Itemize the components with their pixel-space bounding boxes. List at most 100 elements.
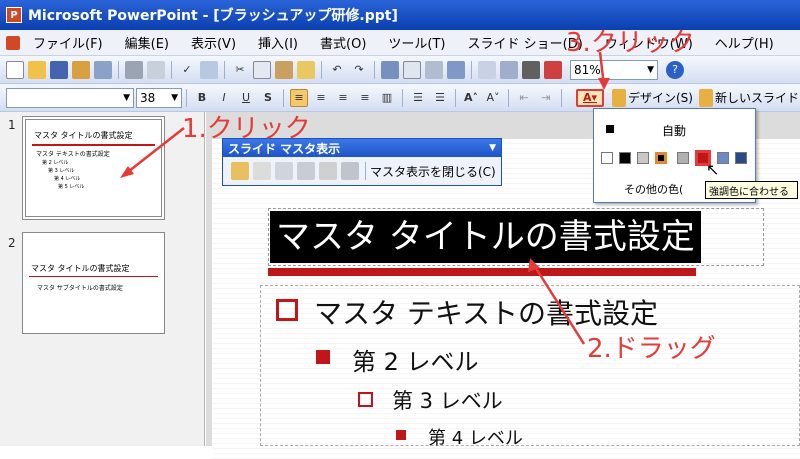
show-formatting-icon[interactable] bbox=[500, 60, 518, 79]
menu-tools[interactable]: ツール(T) bbox=[377, 33, 456, 52]
distribute-icon[interactable]: ▥ bbox=[378, 89, 396, 107]
zoom-value: 81% bbox=[574, 62, 601, 77]
justify-icon[interactable]: ≡ bbox=[356, 89, 374, 107]
save-icon[interactable] bbox=[50, 60, 68, 79]
color-grayscale-icon[interactable] bbox=[544, 60, 562, 79]
expand-all-icon[interactable] bbox=[478, 60, 496, 79]
document-menu-icon[interactable] bbox=[6, 35, 20, 50]
insert-slide-master-icon[interactable] bbox=[231, 162, 249, 180]
thumbnail-line: 第 5 レベル bbox=[58, 184, 85, 190]
font-name-select[interactable]: ▼ bbox=[6, 87, 134, 108]
body-level1-text: マスタ テキストの書式設定 bbox=[314, 297, 659, 330]
grayscale-icon[interactable] bbox=[522, 60, 540, 79]
font-size-value: 38 bbox=[140, 90, 156, 105]
toolbar-separator bbox=[561, 88, 562, 107]
new-slide-icon[interactable] bbox=[698, 88, 713, 107]
italic-icon[interactable]: I bbox=[215, 89, 233, 107]
body-level4-text: 第 4 レベル bbox=[428, 428, 523, 449]
color-swatch[interactable] bbox=[735, 152, 747, 164]
body-level3-text: 第 3 レベル bbox=[392, 389, 503, 413]
auto-color-swatch[interactable] bbox=[606, 125, 614, 133]
numbering-icon[interactable]: ☰ bbox=[409, 89, 427, 107]
toolbar-separator bbox=[321, 60, 322, 79]
thumbnail-line: 第 4 レベル bbox=[54, 176, 81, 182]
shrink-font-icon[interactable]: A˅ bbox=[484, 89, 502, 107]
design-button[interactable]: デザイン(S) bbox=[628, 89, 693, 106]
open-icon[interactable] bbox=[28, 60, 46, 79]
align-left-icon[interactable]: ≡ bbox=[290, 88, 308, 107]
annotation-click-1: 1.クリック bbox=[182, 114, 311, 144]
underline-icon[interactable]: U bbox=[237, 89, 255, 107]
help-icon[interactable]: ? bbox=[666, 60, 684, 79]
close-master-view-button[interactable]: マスタ表示を閉じる(C) bbox=[370, 163, 496, 180]
thumbnail-title: マスタ タイトルの書式設定 bbox=[34, 131, 133, 140]
design-icon[interactable] bbox=[612, 88, 626, 107]
color-swatch[interactable] bbox=[637, 152, 649, 164]
auto-color-label[interactable]: 自動 bbox=[662, 122, 686, 139]
new-icon[interactable] bbox=[6, 60, 24, 79]
zoom-select[interactable]: 81% ▼ bbox=[570, 59, 658, 80]
swatch-tooltip: 強調色に合わせる bbox=[705, 181, 798, 199]
thumbnail-number: 1 bbox=[8, 118, 16, 132]
paste-icon[interactable] bbox=[275, 60, 293, 79]
insert-title-master-icon[interactable] bbox=[253, 162, 271, 180]
slide-title-text[interactable]: マスタ タイトルの書式設定 bbox=[270, 211, 701, 263]
hyperlink-icon[interactable] bbox=[447, 60, 465, 79]
preserve-master-icon[interactable] bbox=[297, 162, 315, 180]
color-swatch[interactable] bbox=[619, 152, 631, 164]
menu-format[interactable]: 書式(O) bbox=[309, 33, 377, 52]
chart-icon[interactable] bbox=[381, 60, 399, 79]
toolbar-separator bbox=[471, 60, 472, 79]
undo-icon[interactable]: ↶ bbox=[328, 61, 346, 79]
mouse-pointer-icon: ↖ bbox=[706, 160, 720, 179]
decrease-indent-icon[interactable]: ⇤ bbox=[515, 89, 533, 107]
chevron-down-icon: ▼ bbox=[647, 64, 654, 75]
chevron-down-icon[interactable]: ▼ bbox=[489, 143, 496, 153]
align-center-icon[interactable]: ≡ bbox=[312, 89, 330, 107]
cut-icon[interactable]: ✂ bbox=[231, 61, 249, 79]
toolbar-separator bbox=[402, 88, 403, 107]
color-swatch[interactable] bbox=[677, 152, 689, 164]
redo-icon[interactable]: ↷ bbox=[350, 61, 368, 79]
table-icon[interactable] bbox=[403, 60, 421, 79]
new-slide-button[interactable]: 新しいスライド bbox=[715, 89, 799, 106]
menu-help[interactable]: ヘルプ(H) bbox=[704, 33, 785, 52]
shadow-icon[interactable]: S bbox=[259, 89, 277, 107]
toolbar-separator bbox=[283, 88, 284, 107]
color-swatch[interactable] bbox=[601, 152, 613, 164]
toolbar-separator bbox=[455, 88, 456, 107]
toolbar-separator bbox=[508, 88, 509, 107]
color-swatch[interactable] bbox=[655, 152, 667, 164]
rename-master-icon[interactable] bbox=[319, 162, 337, 180]
annotation-click-3: 3.クリック bbox=[566, 28, 695, 58]
print-preview-icon[interactable] bbox=[147, 60, 165, 79]
research-icon[interactable] bbox=[200, 60, 218, 79]
copy-icon[interactable] bbox=[253, 60, 271, 79]
bullets-icon[interactable]: ☰ bbox=[431, 89, 449, 107]
bullet-filled-square-icon bbox=[316, 350, 330, 364]
delete-master-icon[interactable] bbox=[275, 162, 293, 180]
master-layout-icon[interactable] bbox=[341, 162, 359, 180]
thumbnail-line: マスタ テキストの書式設定 bbox=[36, 151, 110, 158]
font-size-select[interactable]: 38 ▼ bbox=[136, 87, 182, 108]
grow-font-icon[interactable]: A˄ bbox=[462, 89, 480, 107]
spelling-icon[interactable]: ✓ bbox=[178, 61, 196, 79]
menu-insert[interactable]: 挿入(I) bbox=[247, 33, 309, 52]
menu-edit[interactable]: 編集(E) bbox=[114, 33, 180, 52]
standard-toolbar: ✓ ✂ ↶ ↷ 81% ▼ ? bbox=[0, 56, 800, 84]
format-painter-icon[interactable] bbox=[297, 60, 315, 79]
tables-borders-icon[interactable] bbox=[425, 60, 443, 79]
print-icon[interactable] bbox=[125, 60, 143, 79]
title-master-thumbnail[interactable]: マスタ タイトルの書式設定 マスタ サブタイトルの書式設定 bbox=[22, 232, 165, 334]
font-color-icon[interactable]: A▾ bbox=[576, 88, 604, 107]
email-icon[interactable] bbox=[94, 60, 112, 79]
more-colors-label[interactable]: その他の色( bbox=[624, 181, 683, 197]
increase-indent-icon[interactable]: ⇥ bbox=[537, 89, 555, 107]
slide-master-thumbnail[interactable]: マスタ タイトルの書式設定 マスタ テキストの書式設定 第 2 レベル 第 3 … bbox=[22, 116, 165, 220]
menu-file[interactable]: ファイル(F) bbox=[22, 33, 114, 52]
menu-view[interactable]: 表示(V) bbox=[180, 33, 247, 52]
permission-icon[interactable] bbox=[72, 60, 90, 79]
bold-icon[interactable]: B bbox=[193, 89, 211, 107]
thumbnail-line: 第 3 レベル bbox=[48, 168, 75, 174]
align-right-icon[interactable]: ≡ bbox=[334, 89, 352, 107]
